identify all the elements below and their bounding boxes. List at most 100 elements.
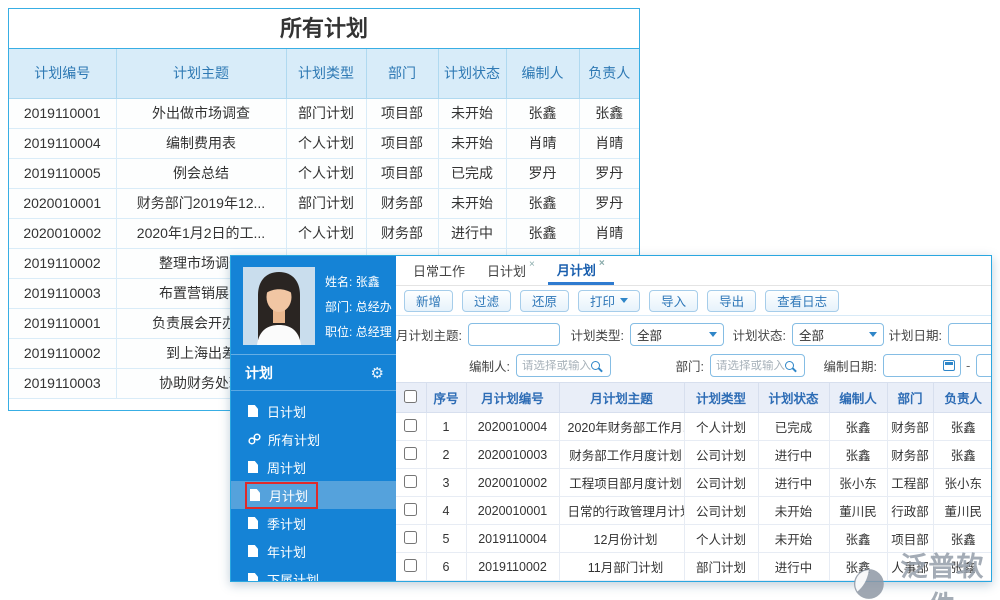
filter-area: 月计划主题: 计划类型: 全部 计划状态: 全部 计划日期: 编制人: [396,316,991,381]
add-button[interactable]: 新增 [404,290,453,312]
plan-code-link[interactable]: 2020010003 [466,441,559,469]
monthly-plan-table: 序号 月计划编号 月计划主题 计划类型 计划状态 编制人 部门 负责人 1 20… [396,382,991,581]
col-index: 序号 [426,383,466,413]
compiler-link[interactable]: 张鑫 [829,553,887,581]
toolbar: 新增 过滤 还原 打印 导入 导出 查看日志 [396,286,991,316]
plan-subject-link[interactable]: 11月部门计划 [559,553,684,581]
owner-link[interactable]: 张鑫 [933,553,991,581]
plan-code-link[interactable]: 2020010004 [466,413,559,441]
dept-filter-label: 部门: [611,356,704,375]
compile-date-from-field[interactable] [883,354,961,377]
print-button[interactable]: 打印 [578,290,640,312]
link-icon [248,433,261,445]
sidebar-item-monthly-plan[interactable]: 月计划 [231,481,396,509]
plan-code-link[interactable]: 2019110002 [466,553,559,581]
restore-button[interactable]: 还原 [520,290,569,312]
plan-subject-link[interactable]: 2020年财务部工作月... [559,413,684,441]
table-row: 2 2020010003 财务部工作月度计划 公司计划 进行中 张鑫 财务部 张… [396,441,991,469]
import-button[interactable]: 导入 [649,290,698,312]
owner-link[interactable]: 张小东 [933,469,991,497]
sidebar: 姓名: 张鑫 部门: 总经办 职位: 总经理 计划 ⚙ 日计划 所有计划 [231,256,396,581]
owner-link[interactable]: 张鑫 [933,413,991,441]
status-select[interactable]: 全部 [792,323,884,346]
table-row: 4 2020010001 日常的行政管理月计划 公司计划 未开始 董川民 行政部… [396,497,991,525]
plan-subject-link[interactable]: 工程项目部月度计划 [559,469,684,497]
compiler-filter-label: 编制人: [396,356,510,375]
close-icon[interactable]: × [599,258,605,269]
row-checkbox[interactable] [404,447,417,460]
plan-code-link[interactable]: 2019110004 [466,525,559,553]
compiler-link[interactable]: 张鑫 [829,413,887,441]
dept-label: 部门: [325,300,352,314]
sidebar-section-plan: 计划 ⚙ [231,355,396,391]
col-owner: 负责人 [933,383,991,413]
search-icon[interactable] [785,361,794,370]
compiler-input[interactable] [522,360,591,372]
col-plan-code: 计划编号 [9,49,116,98]
tab-bar: 日常工作 日计划 × 月计划 × [396,256,991,286]
row-checkbox[interactable] [404,531,417,544]
table-row: 6 2019110002 11月部门计划 部门计划 进行中 张鑫 人事部 张鑫 [396,553,991,581]
compiler-link[interactable]: 张小东 [829,469,887,497]
owner-link[interactable]: 董川民 [933,497,991,525]
compiler-link[interactable]: 张鑫 [829,525,887,553]
sidebar-item-subordinate-plan[interactable]: 下属计划 [231,565,396,581]
sidebar-item-weekly-plan[interactable]: 周计划 [231,453,396,481]
file-icon [248,517,258,529]
user-profile: 姓名: 张鑫 部门: 总经办 职位: 总经理 [231,256,396,355]
sidebar-item-all-plans[interactable]: 所有计划 [231,425,396,453]
subject-filter-label: 月计划主题: [396,325,462,344]
col-plan-status: 计划状态 [758,383,829,413]
col-dept: 部门 [887,383,933,413]
plan-subject-link[interactable]: 财务部工作月度计划 [559,441,684,469]
col-dept: 部门 [366,49,438,98]
sidebar-item-quarterly-plan[interactable]: 季计划 [231,509,396,537]
select-all-checkbox[interactable] [404,390,417,403]
plan-subject-link[interactable]: 日常的行政管理月计划 [559,497,684,525]
col-plan-type: 计划类型 [684,383,758,413]
owner-link[interactable]: 张鑫 [933,441,991,469]
tab-daily-work[interactable]: 日常工作 [404,256,474,285]
col-owner: 负责人 [579,49,639,98]
plan-date-filter-label: 计划日期: [884,325,942,344]
subject-input[interactable] [468,323,560,346]
compiler-link[interactable]: 张鑫 [829,441,887,469]
plan-subject-link[interactable]: 12月份计划 [559,525,684,553]
col-plan-status: 计划状态 [438,49,506,98]
table-row: 1 2020010004 2020年财务部工作月... 个人计划 已完成 张鑫 … [396,413,991,441]
sidebar-item-yearly-plan[interactable]: 年计划 [231,537,396,565]
col-monthly-plan-subject: 月计划主题 [559,383,684,413]
dept-search-field[interactable] [710,354,805,377]
gear-icon[interactable]: ⚙ [371,364,384,382]
dept-input[interactable] [716,360,785,372]
search-icon[interactable] [591,361,600,370]
filter-row-1: 月计划主题: 计划类型: 全部 计划状态: 全部 计划日期: [396,319,991,350]
main-panel: 日常工作 日计划 × 月计划 × 新增 过滤 还原 打印 导入 导出 查看日志 [396,256,991,581]
plan-code-link[interactable]: 2020010002 [466,469,559,497]
row-checkbox[interactable] [404,419,417,432]
row-checkbox[interactable] [404,475,417,488]
view-log-button[interactable]: 查看日志 [765,290,839,312]
compiler-link[interactable]: 董川民 [829,497,887,525]
name-label: 姓名: [325,275,352,289]
filter-row-2: 编制人: 部门: 编制日期: - [396,350,991,381]
type-select[interactable]: 全部 [630,323,724,346]
compiler-search-field[interactable] [516,354,611,377]
chevron-down-icon [869,332,877,337]
table-header-row: 计划编号 计划主题 计划类型 部门 计划状态 编制人 负责人 [9,49,639,98]
plan-code-link[interactable]: 2020010001 [466,497,559,525]
col-plan-subject: 计划主题 [116,49,286,98]
owner-link[interactable]: 张鑫 [933,525,991,553]
compile-date-to-field[interactable] [976,354,991,377]
row-checkbox[interactable] [404,503,417,516]
sidebar-item-daily-plan[interactable]: 日计划 [231,397,396,425]
filter-button[interactable]: 过滤 [462,290,511,312]
row-checkbox[interactable] [404,559,417,572]
tab-daily-plan[interactable]: 日计划 × [478,256,544,285]
user-title: 总经理 [356,325,392,339]
calendar-icon[interactable] [943,360,955,371]
plan-date-input[interactable] [948,323,991,346]
tab-monthly-plan[interactable]: 月计划 × [548,256,614,285]
export-button[interactable]: 导出 [707,290,756,312]
close-icon[interactable]: × [529,259,535,270]
